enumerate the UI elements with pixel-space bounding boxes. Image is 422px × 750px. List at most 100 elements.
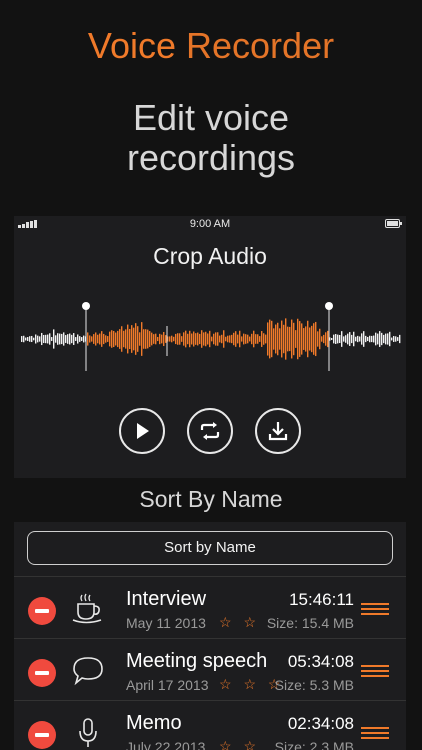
waveform-bar xyxy=(55,335,57,343)
waveform-bar xyxy=(363,331,365,347)
waveform-bar xyxy=(105,335,107,343)
waveform-bar xyxy=(39,336,41,342)
waveform-bar xyxy=(385,333,387,345)
app-title-word-2: Recorder xyxy=(186,25,335,66)
waveform-bar xyxy=(25,337,27,341)
app-title: Voice Recorder xyxy=(0,24,422,68)
waveform-bar xyxy=(245,334,247,344)
audio-waveform[interactable] xyxy=(20,296,402,376)
recording-row[interactable]: Memo 02:34:08 July 22 2013 ☆ ☆ Size: 2.3… xyxy=(14,701,406,750)
microphone-icon xyxy=(79,718,97,747)
waveform-bar xyxy=(127,324,129,354)
waveform-bar xyxy=(393,336,395,342)
waveform-bar xyxy=(109,331,111,347)
waveform-bar xyxy=(389,331,391,347)
recording-row[interactable]: Interview 15:46:11 May 11 2013 ☆ ☆ Size:… xyxy=(14,577,406,638)
waveform-bar xyxy=(117,330,119,348)
waveform-bar xyxy=(29,336,31,342)
waveform-bar xyxy=(303,328,305,350)
waveform-bar xyxy=(147,329,149,349)
waveform-bar xyxy=(377,333,379,345)
waveform-bar xyxy=(383,334,385,344)
waveform-bar xyxy=(211,336,213,342)
waveform-bar xyxy=(311,325,313,353)
recordings-screen: Sort by Name Interview 15:46:11 May 11 2… xyxy=(14,522,406,750)
status-bar: 9:00 AM xyxy=(14,216,406,232)
waveform-bar xyxy=(141,322,143,356)
crop-end-handle[interactable] xyxy=(325,302,333,310)
reorder-handle-icon[interactable] xyxy=(361,665,389,677)
recording-row[interactable]: Meeting speech 05:34:08 April 17 2013 ☆ … xyxy=(14,639,406,700)
waveform-bar xyxy=(281,320,283,358)
reorder-handle-icon[interactable] xyxy=(361,603,389,615)
waveform-bar xyxy=(143,329,145,349)
waveform-bar xyxy=(313,323,315,355)
waveform-bar xyxy=(327,330,329,348)
rating-stars[interactable]: ☆ ☆ xyxy=(219,614,260,631)
download-button[interactable] xyxy=(255,408,301,454)
waveform-bar xyxy=(161,334,163,344)
repeat-icon xyxy=(200,422,220,440)
status-time: 9:00 AM xyxy=(189,218,231,230)
delete-button[interactable] xyxy=(28,721,56,749)
rating-stars[interactable]: ☆ ☆ xyxy=(219,738,260,750)
waveform-bar xyxy=(169,336,171,342)
delete-button[interactable] xyxy=(28,597,56,625)
waveform-bar xyxy=(333,334,335,344)
waveform-bar xyxy=(163,331,165,347)
waveform-bar xyxy=(73,333,75,345)
sort-by-name-button[interactable]: Sort by Name xyxy=(27,531,393,565)
waveform-bar xyxy=(295,330,297,348)
delete-button[interactable] xyxy=(28,659,56,687)
waveform-bar xyxy=(261,331,263,347)
waveform-bar xyxy=(269,319,271,359)
waveform-bar xyxy=(45,334,47,344)
waveform-bar xyxy=(271,320,273,358)
waveform-bar xyxy=(259,336,261,342)
waveform-bar xyxy=(239,330,241,348)
waveform-bar xyxy=(67,334,69,344)
waveform-bar xyxy=(103,333,105,345)
waveform-bar xyxy=(175,333,177,345)
waveform-bar xyxy=(215,332,217,346)
waveform-bar xyxy=(369,335,371,343)
waveform-bar xyxy=(149,331,151,347)
waveform-bar xyxy=(69,333,71,345)
play-button[interactable] xyxy=(119,408,165,454)
app-title-word-1: Voice xyxy=(87,25,176,66)
waveform-bar xyxy=(379,331,381,347)
tagline-line-2: recordings xyxy=(126,137,296,178)
waveform-bar xyxy=(299,321,301,357)
waveform-bar xyxy=(227,335,229,343)
waveform-bar xyxy=(373,335,375,343)
waveform-bar xyxy=(53,329,55,349)
waveform-bar xyxy=(75,337,77,341)
waveform-bar xyxy=(155,333,157,345)
playback-controls xyxy=(119,408,301,456)
waveform-bar xyxy=(197,332,199,346)
waveform-bar xyxy=(207,333,209,345)
waveform-bar xyxy=(359,336,361,342)
waveform-bar xyxy=(191,333,193,345)
recording-name: Interview xyxy=(126,588,207,610)
waveform-bar xyxy=(27,337,29,341)
waveform-bar xyxy=(253,330,255,348)
waveform-bar xyxy=(399,334,401,344)
waveform-bar xyxy=(59,333,61,345)
play-icon xyxy=(137,423,149,439)
waveform-bar xyxy=(137,326,139,352)
waveform-bar xyxy=(115,332,117,346)
waveform-bar xyxy=(331,337,333,341)
waveform-bar xyxy=(93,334,95,344)
crop-start-handle[interactable] xyxy=(82,302,90,310)
waveform-bar xyxy=(251,333,253,345)
waveform-bar xyxy=(309,327,311,351)
waveform-bar xyxy=(21,336,23,342)
recording-size: Size: 2.3 MB xyxy=(274,739,354,750)
waveform-bar xyxy=(267,322,269,356)
reorder-handle-icon[interactable] xyxy=(361,727,389,739)
repeat-button[interactable] xyxy=(187,408,233,454)
waveform-bar xyxy=(265,334,267,344)
waveform-bar xyxy=(187,333,189,345)
waveform-bar xyxy=(273,328,275,350)
